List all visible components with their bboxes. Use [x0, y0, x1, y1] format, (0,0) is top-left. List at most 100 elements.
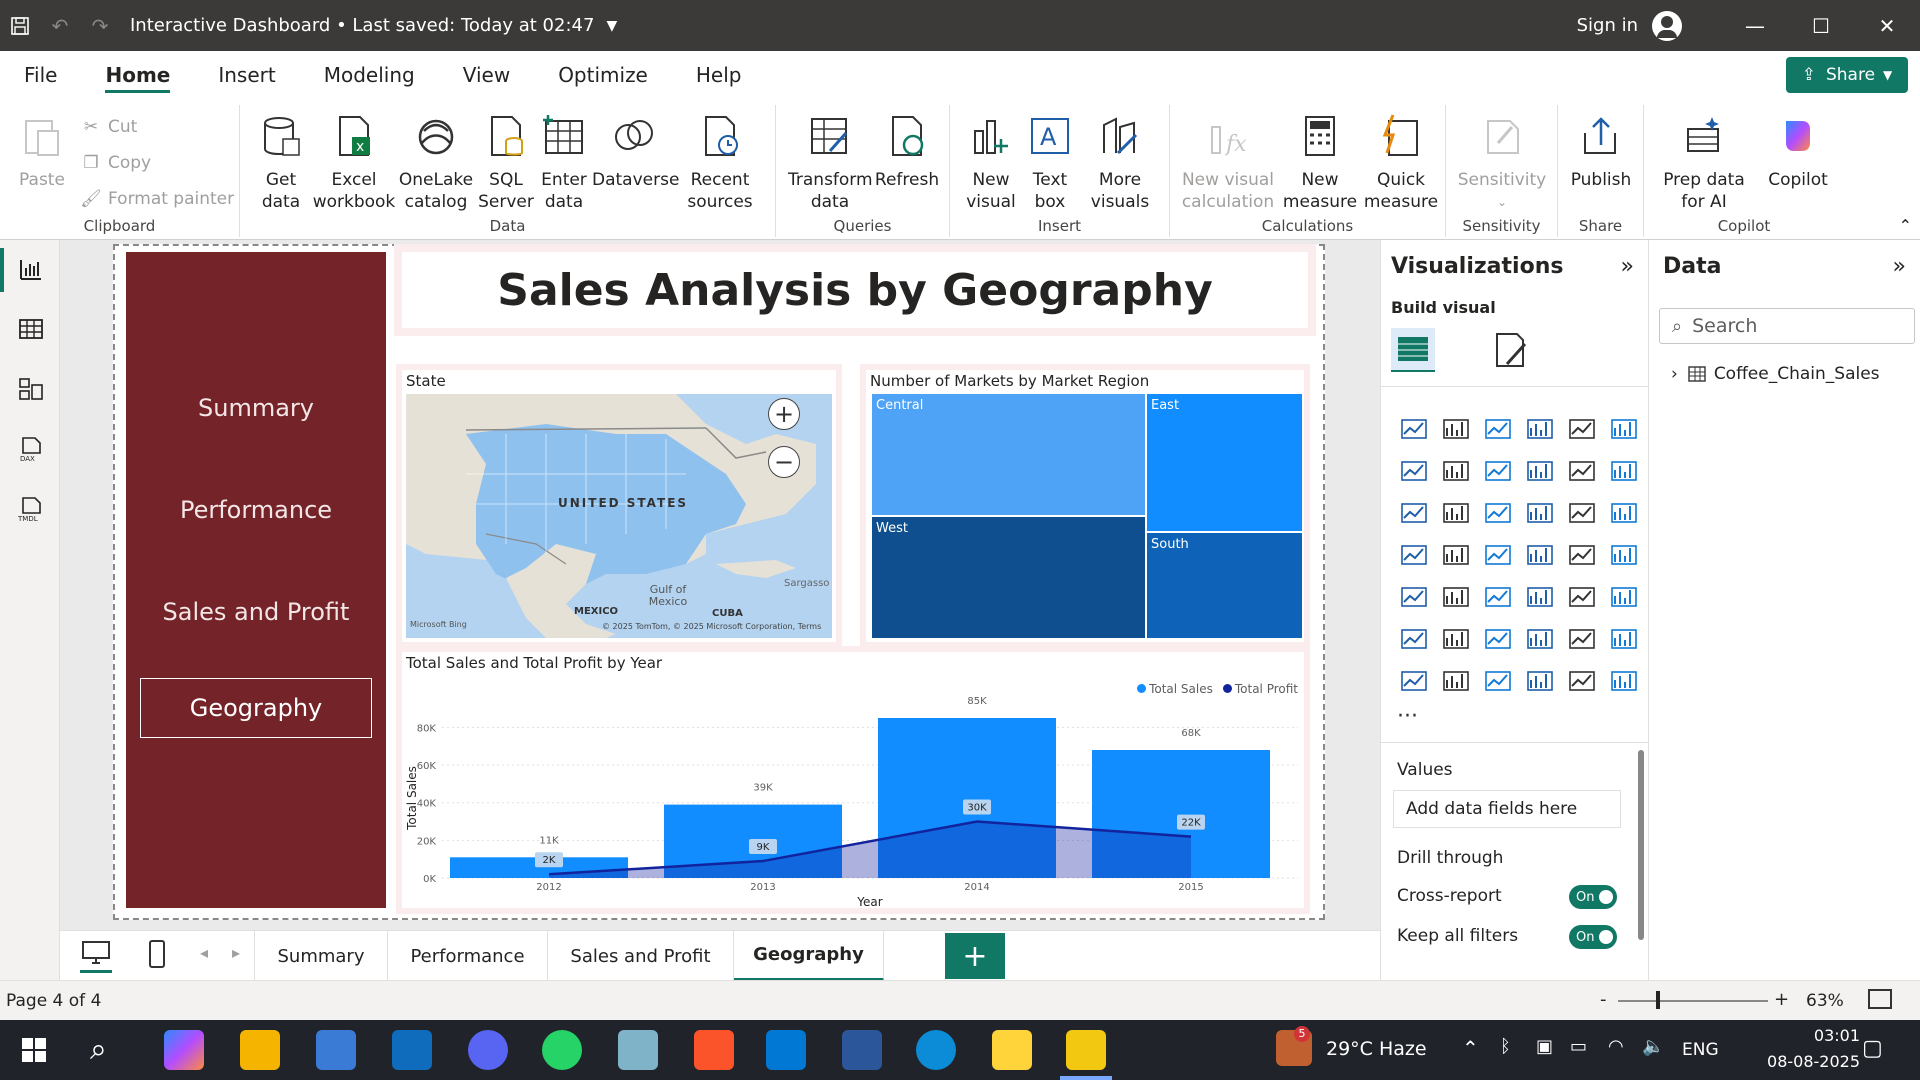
collapse-pane-icon[interactable]: »	[1893, 254, 1906, 279]
store-icon[interactable]	[316, 1030, 356, 1070]
whatsapp-icon[interactable]	[542, 1030, 582, 1070]
camera-icon[interactable]: ▣	[1536, 1036, 1553, 1057]
stacked-area-visual-icon[interactable]	[1477, 450, 1519, 492]
clock-time[interactable]: 03:01	[1740, 1026, 1860, 1045]
share-button[interactable]: ⇪ Share ▼	[1786, 57, 1908, 93]
tab-view[interactable]: View	[439, 51, 534, 99]
avatar-icon[interactable]	[1652, 10, 1682, 41]
pie-visual-icon[interactable]	[1561, 492, 1603, 534]
copilot-button[interactable]: Copilot	[1756, 113, 1840, 191]
100-bar-visual-icon[interactable]	[1561, 408, 1603, 450]
edge-icon[interactable]	[916, 1030, 956, 1070]
treemap-cell-west[interactable]: West	[872, 517, 1145, 638]
azure-map-2-visual-icon[interactable]	[1519, 660, 1561, 702]
outlook-icon[interactable]	[392, 1030, 432, 1070]
next-page-icon[interactable]: ▸	[232, 943, 240, 962]
windows-start-icon[interactable]	[22, 1038, 46, 1062]
narrative-visual-icon[interactable]	[1561, 618, 1603, 660]
gauge-visual-icon[interactable]	[1561, 534, 1603, 576]
waterfall-visual-icon[interactable]	[1435, 492, 1477, 534]
text-box-button[interactable]: A Text box	[1022, 113, 1078, 213]
qa-visual-icon[interactable]	[1519, 618, 1561, 660]
decomposition-tree-visual-icon[interactable]	[1477, 618, 1519, 660]
zoom-slider-thumb[interactable]	[1656, 991, 1660, 1009]
stacked-column-visual-icon[interactable]	[1435, 408, 1477, 450]
build-visual-tab[interactable]	[1391, 328, 1435, 372]
table-visual-icon[interactable]	[1519, 576, 1561, 618]
paste-button[interactable]: Paste	[14, 113, 70, 191]
nav-performance-button[interactable]: Performance	[140, 480, 372, 540]
map-canvas[interactable]: UNITED STATES Gulf of Mexico MEXICO CUBA…	[406, 394, 832, 638]
clock-date[interactable]: 08-08-2025	[1740, 1052, 1860, 1071]
brave-icon[interactable]	[694, 1030, 734, 1070]
model-view-icon[interactable]	[18, 376, 44, 402]
discord-icon[interactable]	[468, 1030, 508, 1070]
page-tab-sales-and-profit[interactable]: Sales and Profit	[548, 931, 734, 981]
nav-sales-and-profit-button[interactable]: Sales and Profit	[140, 582, 372, 642]
more-visuals-button[interactable]: More visuals	[1078, 113, 1162, 213]
bluetooth-icon[interactable]: ᛒ	[1500, 1036, 1511, 1057]
new-visual-button[interactable]: New visual	[960, 113, 1022, 213]
prev-page-icon[interactable]: ◂	[200, 943, 208, 962]
donut-visual-icon[interactable]	[1603, 492, 1645, 534]
search-icon[interactable]: ⌕	[90, 1032, 107, 1067]
card-visual-icon[interactable]	[1603, 534, 1645, 576]
stacked-bar-visual-icon[interactable]	[1393, 408, 1435, 450]
sign-in-link[interactable]: Sign in	[1577, 15, 1638, 36]
page-tab-geography[interactable]: Geography	[734, 931, 884, 981]
table-view-icon[interactable]	[18, 316, 44, 342]
more-visuals-ellipsis[interactable]: ···	[1397, 704, 1418, 729]
line-visual-icon[interactable]	[1393, 450, 1435, 492]
excel-workbook-button[interactable]: x Excel workbook	[312, 113, 396, 213]
collapse-ribbon-icon[interactable]: ⌃	[1899, 216, 1912, 235]
app-icon[interactable]	[618, 1030, 658, 1070]
tab-help[interactable]: Help	[672, 51, 766, 99]
save-icon[interactable]	[0, 0, 40, 51]
100-column-visual-icon[interactable]	[1603, 408, 1645, 450]
treemap-cell-central[interactable]: Central	[872, 394, 1145, 515]
data-search-input[interactable]: ⌕ Search	[1659, 308, 1915, 344]
nav-geography-button[interactable]: Geography	[140, 678, 372, 738]
chevron-down-icon[interactable]: ▼	[606, 18, 617, 34]
publish-button[interactable]: Publish	[1566, 113, 1636, 191]
key-influencers-visual-icon[interactable]	[1435, 618, 1477, 660]
azure-map-visual-icon[interactable]	[1519, 534, 1561, 576]
values-drop-well[interactable]: Add data fields here	[1393, 790, 1621, 828]
slicer-visual-icon[interactable]	[1477, 576, 1519, 618]
tab-insert[interactable]: Insert	[194, 51, 299, 99]
word-icon[interactable]	[842, 1030, 882, 1070]
tab-optimize[interactable]: Optimize	[534, 51, 672, 99]
r-visual-visual-icon[interactable]	[1603, 576, 1645, 618]
new-measure-button[interactable]: New measure	[1280, 113, 1360, 213]
fit-to-page-icon[interactable]	[1868, 989, 1892, 1009]
document-title[interactable]: Interactive Dashboard • Last saved: Toda…	[130, 15, 594, 36]
python-visual-visual-icon[interactable]	[1393, 618, 1435, 660]
add-page-button[interactable]: +	[945, 933, 1005, 979]
button-slicer-visual-icon[interactable]	[1477, 660, 1519, 702]
line-column-visual-icon[interactable]	[1561, 450, 1603, 492]
line-clustered-visual-icon[interactable]	[1603, 450, 1645, 492]
format-painter-button[interactable]: 🖌 Format painter	[80, 189, 234, 209]
ribbon-visual-icon[interactable]	[1393, 492, 1435, 534]
notifications-icon[interactable]: ▢	[1862, 1036, 1883, 1061]
nav-summary-button[interactable]: Summary	[140, 378, 372, 438]
area-visual-icon[interactable]	[1435, 450, 1477, 492]
sensitivity-button[interactable]: Sensitivity ⌄	[1456, 113, 1548, 213]
kpi-visual-icon[interactable]	[1435, 576, 1477, 618]
file-explorer-icon[interactable]	[240, 1030, 280, 1070]
python-icon[interactable]	[992, 1030, 1032, 1070]
transform-data-button[interactable]: Transform data	[788, 113, 873, 213]
treemap-visual-icon[interactable]	[1393, 534, 1435, 576]
get-data-button[interactable]: Get data	[250, 113, 312, 213]
redo-icon[interactable]: ↷	[80, 0, 120, 51]
maximize-button[interactable]: ☐	[1788, 0, 1854, 51]
zoom-out-button[interactable]: −	[768, 446, 800, 478]
copy-button[interactable]: ❐ Copy	[80, 153, 151, 173]
vscode-icon[interactable]	[766, 1030, 806, 1070]
power-automate-visual-icon[interactable]	[1603, 660, 1645, 702]
clustered-bar-visual-icon[interactable]	[1477, 408, 1519, 450]
sql-server-button[interactable]: SQL Server	[476, 113, 536, 213]
zoom-in-button[interactable]: +	[768, 398, 800, 430]
dataverse-button[interactable]: Dataverse	[592, 113, 679, 191]
wifi-icon[interactable]: ◠	[1608, 1036, 1624, 1057]
